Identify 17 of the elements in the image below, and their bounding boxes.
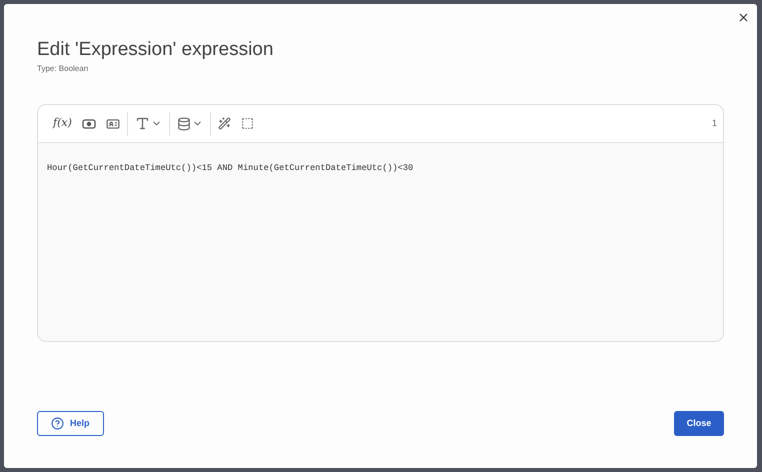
- help-button[interactable]: Help: [37, 411, 104, 436]
- database-icon: [176, 116, 191, 130]
- wand-icon: [218, 117, 231, 130]
- function-label: f(x): [53, 115, 72, 132]
- dashed-square-icon: [240, 117, 254, 130]
- toolbar-button[interactable]: f(x): [48, 112, 77, 136]
- line-count: 1: [712, 116, 717, 130]
- close-icon[interactable]: [737, 11, 750, 24]
- help-icon: [51, 417, 64, 430]
- type-subtitle: Type: Boolean: [37, 63, 90, 75]
- eye-icon: [82, 118, 96, 130]
- code-area[interactable]: Hour(GetCurrentDateTimeUtc())<15 AND Minute(GetCurrentDateTimeUtc())<30: [38, 143, 723, 341]
- font-icon: [134, 116, 150, 131]
- expression-code: Hour(GetCurrentDateTimeUtc())<15 AND Minute(GetCurrentDateTimeUtc())<30: [47, 163, 414, 173]
- dialog-title: Edit 'Expression' expression: [37, 38, 274, 62]
- id-card-icon: [106, 116, 120, 130]
- close-button[interactable]: Close: [674, 411, 724, 436]
